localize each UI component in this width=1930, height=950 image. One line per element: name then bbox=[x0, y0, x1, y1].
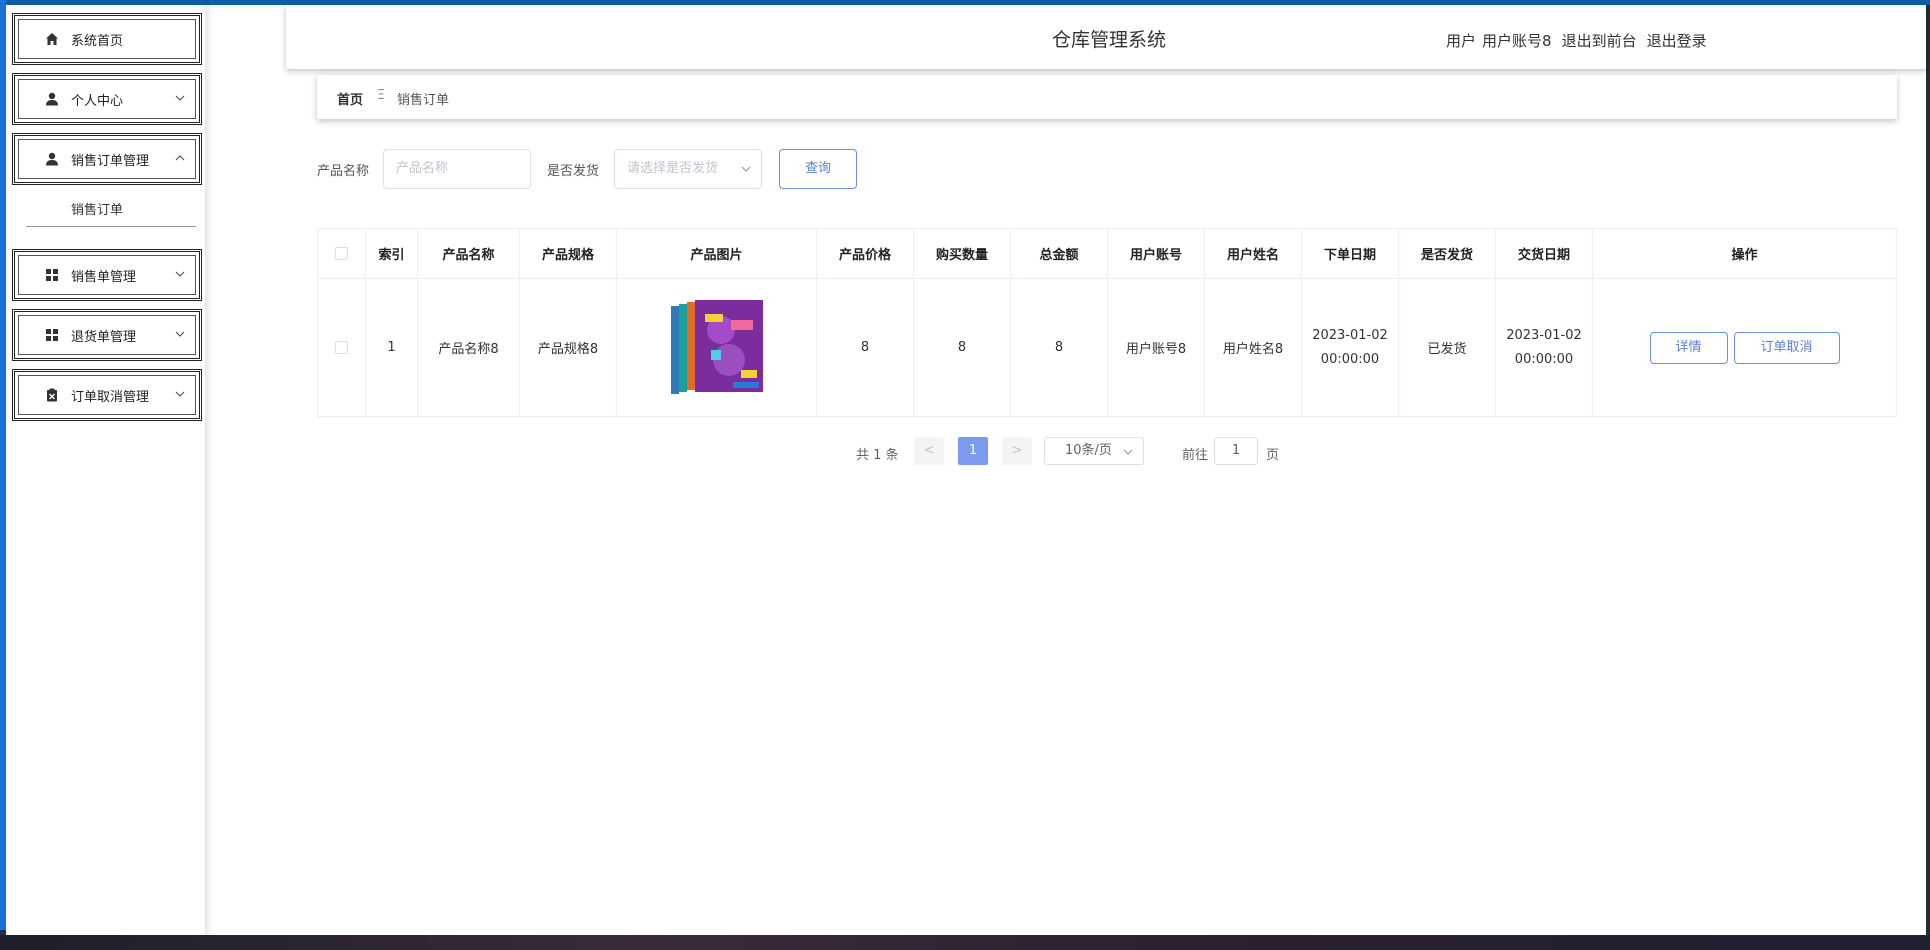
sidebar-item-sales-slips[interactable]: 销售单管理 bbox=[12, 249, 202, 301]
shipped-label: 是否发货 bbox=[547, 164, 600, 179]
column-header: 用户账号 bbox=[1108, 229, 1205, 278]
home-icon bbox=[46, 33, 58, 45]
page-size-select[interactable]: 10条/页 bbox=[1044, 437, 1144, 465]
grid-icon bbox=[46, 329, 58, 341]
column-header: 操作 bbox=[1731, 248, 1758, 263]
pagination: 共 1 条 < 1 > 10条/页 前往 1 页 bbox=[6, 437, 1926, 467]
cell-order-date: 2023-01-02 00:00:00 bbox=[1312, 327, 1388, 367]
cell-user-name: 用户姓名8 bbox=[1205, 279, 1302, 416]
user-area: 用户 用户账号8 退出到前台 退出登录 bbox=[1446, 30, 1707, 51]
submenu-item-label: 销售订单 bbox=[71, 203, 124, 218]
sidebar-item-returns[interactable]: 退货单管理 bbox=[12, 309, 202, 361]
cell-actions: 详情 订单取消 bbox=[1593, 279, 1896, 416]
column-header: 交货日期 bbox=[1496, 229, 1593, 278]
sidebar-item-label: 系统首页 bbox=[71, 34, 124, 49]
detail-button[interactable]: 详情 bbox=[1649, 331, 1728, 364]
cell-index: 1 bbox=[366, 279, 418, 416]
column-header: 用户姓名 bbox=[1205, 229, 1302, 278]
next-page-button[interactable]: > bbox=[1002, 437, 1032, 465]
page-number-1[interactable]: 1 bbox=[958, 437, 988, 465]
column-header: 产品规格 bbox=[520, 229, 617, 278]
cell-delivery-date: 2023-01-02 00:00:00 bbox=[1506, 327, 1582, 367]
sidebar-item-home[interactable]: 系统首页 bbox=[12, 13, 202, 65]
cell-product-spec: 产品规格8 bbox=[520, 279, 617, 416]
query-button[interactable]: 查询 bbox=[779, 149, 857, 189]
chevron-up-icon bbox=[175, 155, 185, 161]
breadcrumb-current: 销售订单 bbox=[397, 93, 450, 108]
breadcrumb: 首页 Ξ 销售订单 bbox=[317, 75, 1897, 119]
user-icon bbox=[46, 152, 58, 166]
cell-delivery-date-wrap: 2023-01-02 00:00:00 bbox=[1496, 279, 1593, 416]
chevron-down-icon bbox=[741, 166, 751, 172]
column-header: 产品名称 bbox=[418, 229, 520, 278]
goto-label: 前往 bbox=[1182, 448, 1209, 463]
top-header: 仓库管理系统 用户 用户账号8 退出到前台 退出登录 bbox=[286, 5, 1926, 69]
sidebar-item-label: 订单取消管理 bbox=[71, 390, 150, 405]
app-window: 系统首页 个人中心 销售订单管理 销售订单 销售单管理 退货单管理 订单取消管理 bbox=[6, 5, 1926, 935]
cancel-order-button[interactable]: 订单取消 bbox=[1733, 331, 1840, 364]
cell-product-name: 产品名称8 bbox=[418, 279, 520, 416]
breadcrumb-home[interactable]: 首页 bbox=[337, 89, 363, 108]
shipped-select[interactable]: 请选择是否发货 bbox=[614, 149, 762, 189]
column-header: 是否发货 bbox=[1399, 229, 1496, 278]
sidebar-item-profile[interactable]: 个人中心 bbox=[12, 73, 202, 125]
cell-shipped: 已发货 bbox=[1399, 279, 1496, 416]
user-icon bbox=[46, 92, 58, 106]
cell-user-account: 用户账号8 bbox=[1108, 279, 1205, 416]
sidebar-item-cancellations[interactable]: 订单取消管理 bbox=[12, 369, 202, 421]
sidebar-item-label: 退货单管理 bbox=[71, 330, 137, 345]
column-header: 产品价格 bbox=[817, 229, 914, 278]
submenu-item-sales-order[interactable]: 销售订单 bbox=[26, 191, 196, 227]
column-header: 索引 bbox=[366, 229, 418, 278]
page-size-value: 10条/页 bbox=[1065, 443, 1112, 458]
book-cover-image bbox=[670, 299, 763, 394]
taskbar bbox=[0, 935, 1930, 950]
header-select-all bbox=[318, 229, 366, 278]
product-name-input[interactable]: 产品名称 bbox=[383, 149, 531, 189]
select-all-checkbox[interactable] bbox=[335, 247, 348, 260]
row-checkbox[interactable] bbox=[335, 341, 348, 354]
prev-page-button[interactable]: < bbox=[914, 437, 944, 465]
cell-order-date-wrap: 2023-01-02 00:00:00 bbox=[1302, 279, 1399, 416]
goto-page-input[interactable]: 1 bbox=[1214, 437, 1258, 465]
grid-icon bbox=[46, 269, 58, 281]
user-account: 用户账号8 bbox=[1482, 32, 1552, 50]
sidebar-item-label: 个人中心 bbox=[71, 94, 124, 109]
logout-link[interactable]: 退出登录 bbox=[1647, 30, 1707, 51]
app-title: 仓库管理系统 bbox=[1052, 29, 1167, 51]
pagination-total: 共 1 条 bbox=[856, 448, 899, 463]
chevron-down-icon bbox=[175, 391, 185, 397]
user-role-label: 用户 bbox=[1446, 32, 1477, 50]
row-select-cell bbox=[318, 279, 366, 416]
sidebar-item-label: 销售订单管理 bbox=[71, 154, 150, 169]
shipped-select-placeholder: 请选择是否发货 bbox=[627, 161, 719, 176]
cell-total: 8 bbox=[1011, 279, 1108, 416]
sidebar-item-sales-orders[interactable]: 销售订单管理 bbox=[12, 133, 202, 185]
column-header: 产品图片 bbox=[617, 229, 817, 278]
sidebar: 系统首页 个人中心 销售订单管理 销售订单 销售单管理 退货单管理 订单取消管理 bbox=[6, 5, 206, 935]
back-to-front-link[interactable]: 退出到前台 bbox=[1562, 30, 1637, 51]
column-header: 购买数量 bbox=[914, 229, 1011, 278]
cell-price: 8 bbox=[817, 279, 914, 416]
product-name-label: 产品名称 bbox=[317, 164, 370, 179]
chevron-down-icon bbox=[175, 95, 185, 101]
breadcrumb-separator-icon: Ξ bbox=[377, 88, 386, 103]
table-row: 1 产品名称8 产品规格8 8 8 8 用户账号8 用户姓名8 2023-01-… bbox=[318, 279, 1896, 416]
column-header: 下单日期 bbox=[1302, 229, 1399, 278]
cell-quantity: 8 bbox=[914, 279, 1011, 416]
chevron-down-icon bbox=[175, 331, 185, 337]
orders-table: 索引 产品名称 产品规格 产品图片 产品价格 购买数量 总金额 用户账号 用户姓… bbox=[317, 228, 1897, 417]
chevron-down-icon bbox=[1123, 449, 1133, 455]
table-header-row: 索引 产品名称 产品规格 产品图片 产品价格 购买数量 总金额 用户账号 用户姓… bbox=[318, 229, 1896, 279]
sidebar-item-label: 销售单管理 bbox=[71, 270, 137, 285]
page-suffix-label: 页 bbox=[1266, 448, 1280, 463]
cell-product-image bbox=[617, 279, 817, 416]
column-header: 总金额 bbox=[1011, 229, 1108, 278]
clipboard-icon bbox=[47, 388, 57, 402]
chevron-down-icon bbox=[175, 271, 185, 277]
